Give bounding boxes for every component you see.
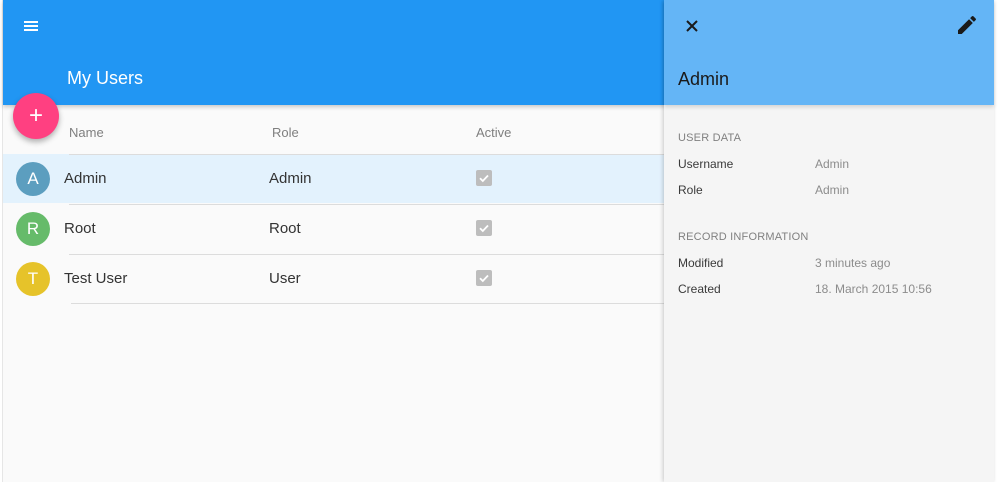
user-name: Test User	[64, 270, 128, 287]
user-name: Admin	[64, 170, 107, 187]
table-row[interactable]: R Root Root	[3, 204, 665, 253]
field-label-username: Username	[678, 157, 734, 171]
section-title-record-information: RECORD INFORMATION	[678, 231, 809, 243]
check-icon	[479, 174, 489, 183]
check-icon	[479, 274, 489, 283]
field-value-created: 18. March 2015 10:56	[815, 282, 932, 296]
close-icon[interactable]	[680, 14, 704, 38]
avatar: R	[16, 212, 50, 246]
user-name: Root	[64, 220, 96, 237]
column-header-name[interactable]: Name	[69, 125, 104, 140]
user-role: Admin	[269, 170, 312, 187]
row-divider	[69, 254, 665, 255]
column-header-active[interactable]: Active	[476, 125, 511, 140]
field-label-modified: Modified	[678, 256, 724, 270]
avatar: T	[16, 262, 50, 296]
row-divider	[69, 154, 665, 155]
app-bar: My Users	[3, 0, 665, 105]
user-role: Root	[269, 220, 301, 237]
field-value-username: Admin	[815, 157, 850, 171]
field-value-modified: 3 minutes ago	[815, 256, 891, 270]
field-value-role: Admin	[815, 183, 850, 197]
list-bottom-divider	[71, 303, 664, 304]
check-icon	[479, 224, 489, 233]
field-label-created: Created	[678, 282, 721, 296]
active-checkbox[interactable]	[476, 270, 492, 286]
active-checkbox[interactable]	[476, 170, 492, 186]
pencil-icon[interactable]	[955, 13, 979, 37]
section-title-user-data: USER DATA	[678, 132, 742, 144]
active-checkbox[interactable]	[476, 220, 492, 236]
page-title: My Users	[67, 68, 143, 88]
app-window: My Users + Name Role Active A Admin Admi…	[0, 0, 1000, 482]
user-role: User	[269, 270, 301, 287]
menu-icon[interactable]	[21, 16, 41, 36]
user-detail-panel: Admin USER DATA Username Admin Role Admi…	[664, 0, 994, 482]
column-header-role[interactable]: Role	[272, 125, 299, 140]
add-user-button[interactable]: +	[13, 93, 59, 139]
detail-header: Admin	[664, 0, 994, 105]
detail-title: Admin	[678, 69, 730, 89]
users-list-panel: My Users + Name Role Active A Admin Admi…	[2, 0, 665, 482]
avatar: A	[16, 162, 50, 196]
table-row[interactable]: T Test User User	[3, 254, 665, 303]
table-row[interactable]: A Admin Admin	[3, 154, 665, 203]
field-label-role: Role	[678, 183, 703, 197]
row-divider	[69, 204, 665, 205]
